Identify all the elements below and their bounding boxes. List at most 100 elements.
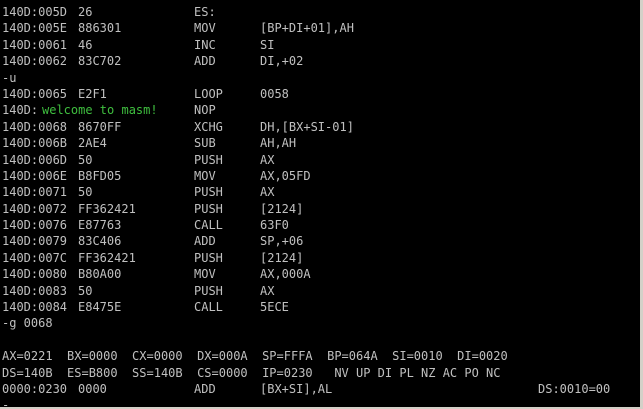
instr-operands: [BP+DI+01],AH [260,21,354,36]
instr-address: 140D: [2,103,39,118]
instr-address: 140D:0061 [2,37,68,52]
instr-mnemonic: CALL [194,218,223,233]
instr-bytes: 50 [78,152,93,167]
registers-line-2: DS=140B ES=B800 SS=140B CS=0000 IP=0230 … [2,365,643,381]
instr-operands: DI,+02 [260,54,304,69]
disasm-line: 140D:0076 E87763 CALL 63F0 [2,217,643,233]
instr-bytes: B80A00 [78,267,122,282]
welcome-message: welcome to masm! [42,103,158,118]
instr-bytes: 886301 [78,21,122,36]
instr-mnemonic: XCHG [194,119,223,134]
instr-bytes: 46 [78,37,93,52]
instr-mnemonic: MOV [194,21,216,36]
instr-address: 140D:0083 [2,283,68,298]
command-line-g: -g 0068 [2,315,643,331]
instr-bytes: 83C406 [78,234,122,249]
instr-operands: AX [260,185,275,200]
instr-operands: 63F0 [260,218,289,233]
disasm-line: 140D:0084 E8475E CALL 5ECE [2,299,643,315]
instr-bytes: 50 [78,283,93,298]
disasm-line: 140D:005D 26 ES: [2,4,643,20]
instr-operands: AX [260,152,275,167]
disasm-line: 140D:0061 46 INC SI [2,37,643,53]
memory-value: DS:0010=00 [538,381,611,396]
instr-operands: [BX+SI],AL [260,381,333,396]
instr-address: 140D:0080 [2,267,68,282]
instr-bytes: FF362421 [78,201,136,216]
registers-line-1: AX=0221 BX=0000 CX=0000 DX=000A SP=FFFA … [2,348,643,364]
instr-bytes: 2AE4 [78,136,107,151]
instr-operands: DH,[BX+SI-01] [260,119,354,134]
disasm-line: 140D:0062 83C702 ADD DI,+02 [2,53,643,69]
instr-mnemonic: NOP [194,103,216,118]
instr-address: 140D:005E [2,21,68,36]
disasm-line: 140D:0079 83C406 ADD SP,+06 [2,233,643,249]
instr-mnemonic: LOOP [194,86,223,101]
instr-address: 140D:0068 [2,119,68,134]
instr-address: 140D:006D [2,152,68,167]
instr-address: 140D:0072 [2,201,68,216]
instr-bytes: E87763 [78,218,122,233]
instr-mnemonic: CALL [194,300,223,315]
instr-mnemonic: ES: [194,5,216,19]
instr-operands: AH,AH [260,136,297,151]
instr-address: 140D:0076 [2,218,68,233]
instr-bytes: 50 [78,185,93,200]
disasm-line: 140D:0065 E2F1 LOOP 0058 [2,86,643,102]
instr-operands: AX [260,283,275,298]
instr-address: 140D:0079 [2,234,68,249]
instr-operands: [2124] [260,201,304,216]
instr-mnemonic: PUSH [194,201,223,216]
instr-mnemonic: MOV [194,168,216,183]
instr-address: 140D:005D [2,5,68,19]
instr-operands: AX,000A [260,267,311,282]
command-text: -u [2,70,17,85]
disasm-line: 140D:005E 886301 MOV [BP+DI+01],AH [2,20,643,36]
instr-address: 140D:007C [2,250,68,265]
disasm-line: 140D:0071 50 PUSH AX [2,184,643,200]
flags-text: DS=140B ES=B800 SS=140B CS=0000 IP=0230 … [2,365,501,380]
instr-operands: 5ECE [260,300,289,315]
instr-bytes: E2F1 [78,86,107,101]
instr-operands: 0058 [260,86,289,101]
instr-mnemonic: PUSH [194,152,223,167]
registers-text: AX=0221 BX=0000 CX=0000 DX=000A SP=FFFA … [2,349,508,364]
disasm-line: 140D:007C FF362421 PUSH [2124] [2,250,643,266]
current-instruction-line: 0000:0230 0000 ADD [BX+SI],AL DS:0010=00 [2,381,643,397]
disasm-line: 140D:0072 FF362421 PUSH [2124] [2,201,643,217]
instr-mnemonic: ADD [194,234,216,249]
instr-mnemonic: PUSH [194,185,223,200]
instr-mnemonic: ADD [194,381,216,396]
instr-mnemonic: SUB [194,136,216,151]
debug-console-window[interactable]: 140D:005D 26 ES: 140D:005E 886301 MOV [B… [0,0,643,409]
instr-operands: SI [260,37,275,52]
instr-bytes: B8FD05 [78,168,122,183]
disasm-line: 140D:0083 50 PUSH AX [2,283,643,299]
instr-bytes: E8475E [78,300,122,315]
instr-mnemonic: MOV [194,267,216,282]
instr-operands: AX,05FD [260,168,311,183]
instr-address: 140D:006B [2,136,68,151]
instr-mnemonic: INC [194,37,216,52]
disasm-line: 140D:006D 50 PUSH AX [2,152,643,168]
instr-address: 140D:006E [2,168,68,183]
instr-bytes: 8670FF [78,119,122,134]
instr-mnemonic: PUSH [194,250,223,265]
disasm-line: 140D:0080 B80A00 MOV AX,000A [2,266,643,282]
instr-address: 0000:0230 [2,381,68,396]
instr-operands: [2124] [260,250,304,265]
instr-mnemonic: ADD [194,54,216,69]
instr-bytes: 0000 [78,381,107,396]
disasm-line: 140D:006E B8FD05 MOV AX,05FD [2,168,643,184]
command-text: -g 0068 [2,316,53,331]
welcome-line: 140D: welcome to masm! NOP [2,102,643,118]
instr-address: 140D:0062 [2,54,68,69]
instr-address: 140D:0071 [2,185,68,200]
instr-bytes: FF362421 [78,250,136,265]
instr-address: 140D:0084 [2,300,68,315]
instr-address: 140D:0065 [2,86,68,101]
instr-mnemonic: PUSH [194,283,223,298]
disasm-line: 140D:0068 8670FF XCHG DH,[BX+SI-01] [2,119,643,135]
instr-bytes: 26 [78,5,93,19]
